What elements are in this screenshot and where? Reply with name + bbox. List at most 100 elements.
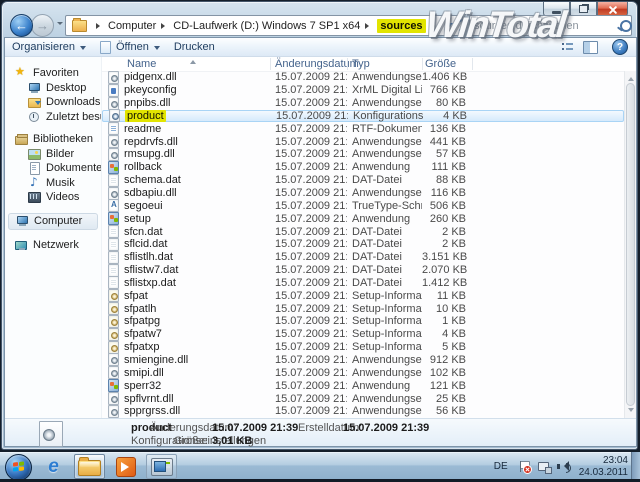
file-row-spflvrnt-dll[interactable]: spflvrnt.dll 15.07.2009 21:39 Anwendungser… bbox=[102, 392, 624, 406]
file-name: spflvrnt.dll bbox=[102, 392, 270, 406]
file-row-rmsupg-dll[interactable]: rmsupg.dll 15.07.2009 21:39 Anwendungserwe… bbox=[102, 147, 624, 161]
scroll-up-icon[interactable] bbox=[628, 74, 634, 81]
change-view-icon[interactable] bbox=[562, 41, 573, 53]
file-row-pnpibs-dll[interactable]: pnpibs.dll 15.07.2009 21:39 Anwendungserwe… bbox=[102, 96, 624, 110]
address-dropdown-icon[interactable] bbox=[446, 23, 453, 30]
file-type: DAT-Datei bbox=[352, 276, 402, 289]
file-date: 15.07.2009 21:39 bbox=[275, 71, 347, 84]
app-file-icon bbox=[108, 379, 119, 393]
search-box[interactable] bbox=[469, 15, 632, 36]
clock-time: 23:04 bbox=[602, 454, 628, 466]
address-bar[interactable]: Computer CD-Laufwerk (D:) Windows 7 SP1 … bbox=[65, 15, 463, 36]
file-row-sflcid-dat[interactable]: sflcid.dat 15.07.2009 21:39 DAT-Datei 2 KB bbox=[102, 237, 624, 251]
taskbar-explorer[interactable] bbox=[74, 454, 105, 479]
column-header-size[interactable]: Größe bbox=[425, 57, 456, 71]
file-date: 15.07.2009 21:39 bbox=[275, 174, 347, 187]
file-row-spprgrss-dll[interactable]: spprgrss.dll 15.07.2009 21:39 Anwendungser… bbox=[102, 404, 624, 418]
organize-button[interactable]: Organisieren bbox=[5, 38, 93, 56]
file-row-product[interactable]: product 15.07.2009 21:39 Konfigurationsein… bbox=[102, 109, 624, 123]
taskbar-media-player[interactable] bbox=[110, 454, 141, 479]
file-row-pidgenx-dll[interactable]: pidgenx.dll 15.07.2009 21:39 Anwendungserw… bbox=[102, 70, 624, 84]
breadcrumb-item-drive[interactable]: CD-Laufwerk (D:) Windows 7 SP1 x64 bbox=[173, 20, 360, 32]
column-header-name[interactable]: Name bbox=[127, 57, 156, 71]
file-row-sdbapiu-dll[interactable]: sdbapiu.dll 15.07.2009 21:39 Anwendungserw… bbox=[102, 186, 624, 200]
back-button[interactable]: ← bbox=[10, 14, 33, 37]
language-indicator[interactable]: DE bbox=[494, 461, 508, 472]
window-content: Organisieren Öffnen Drucken ? FavoritenD… bbox=[4, 37, 637, 447]
file-row-smipi-dll[interactable]: smipi.dll 15.07.2009 21:39 Anwendungserwe.… bbox=[102, 366, 624, 380]
preview-pane-icon[interactable] bbox=[583, 40, 598, 54]
file-type: DAT-Datei bbox=[352, 251, 402, 264]
sidebar-item-netzwerk[interactable]: Netzwerk bbox=[5, 238, 101, 253]
scroll-down-icon[interactable] bbox=[628, 408, 634, 415]
file-row-sfpatw7[interactable]: sfpatw7 15.07.2009 21:39 Setup-Informatio.… bbox=[102, 327, 624, 341]
sidebar-item-bilder[interactable]: Bilder bbox=[5, 147, 101, 162]
breadcrumb-item-sources[interactable]: sources bbox=[377, 18, 426, 33]
file-row-readme[interactable]: readme 15.07.2009 21:39 RTF-Dokument 136 KB bbox=[102, 122, 624, 136]
file-name: sfpatlh bbox=[102, 302, 270, 316]
file-row-smiengine-dll[interactable]: smiengine.dll 15.07.2009 21:39 Anwendungse… bbox=[102, 353, 624, 367]
file-row-sfpatpg[interactable]: sfpatpg 15.07.2009 21:39 Setup-Informatio.… bbox=[102, 314, 624, 328]
open-button[interactable]: Öffnen bbox=[93, 38, 167, 56]
taskbar-internet-explorer[interactable]: e bbox=[38, 454, 69, 479]
file-row-sfpatlh[interactable]: sfpatlh 15.07.2009 21:39 Setup-Informatio.… bbox=[102, 302, 624, 316]
file-row-sfpat[interactable]: sfpat 15.07.2009 21:39 Setup-Informatio...… bbox=[102, 289, 624, 303]
action-center-icon[interactable] bbox=[518, 460, 532, 474]
file-type: Anwendungserwe... bbox=[352, 148, 422, 161]
sidebar-item-musik[interactable]: Musik bbox=[5, 175, 101, 191]
start-button[interactable] bbox=[5, 454, 32, 481]
file-row-pkeyconfig[interactable]: pkeyconfig 15.07.2009 21:39 XrML Digital L… bbox=[102, 83, 624, 97]
forward-arrow-icon: → bbox=[36, 18, 49, 33]
clock[interactable]: 23:04 24.03.2011 bbox=[579, 455, 628, 479]
file-row-setup[interactable]: setup 15.07.2009 21:39 Anwendung 260 KB bbox=[102, 212, 624, 226]
windows-logo-icon bbox=[13, 461, 24, 472]
breadcrumb-arrow-icon bbox=[161, 22, 168, 29]
vertical-scrollbar[interactable] bbox=[624, 71, 636, 418]
sidebar-item-videos[interactable]: Videos bbox=[5, 190, 101, 205]
column-header-type[interactable]: Typ bbox=[352, 57, 370, 71]
help-icon[interactable]: ? bbox=[612, 39, 628, 55]
sidebar-item-computer[interactable]: Computer bbox=[8, 212, 98, 230]
file-type: Anwendungserwe... bbox=[352, 135, 422, 148]
taskbar-utility-app[interactable] bbox=[146, 454, 177, 479]
file-type: Setup-Informatio... bbox=[352, 341, 422, 354]
file-row-rollback[interactable]: rollback 15.07.2009 21:39 Anwendung 111 KB bbox=[102, 160, 624, 174]
details-pane: product Konfigurationseinstellungen Ände… bbox=[5, 418, 636, 447]
file-row-sflistlh-dat[interactable]: sflistlh.dat 15.07.2009 21:39 DAT-Datei 3.1… bbox=[102, 250, 624, 264]
clock-date: 24.03.2011 bbox=[578, 466, 628, 478]
file-name: rmsupg.dll bbox=[102, 147, 270, 161]
file-row-sfpatxp[interactable]: sfpatxp 15.07.2009 21:39 Setup-Informatio.… bbox=[102, 340, 624, 354]
sidebar-item-dokumente[interactable]: Dokumente bbox=[5, 161, 101, 176]
network-icon[interactable] bbox=[537, 460, 552, 474]
file-row-repdrvfs-dll[interactable]: repdrvfs.dll 15.07.2009 21:39 Anwendungser… bbox=[102, 135, 624, 149]
volume-icon[interactable] bbox=[556, 460, 571, 473]
search-icon[interactable] bbox=[620, 19, 632, 32]
breadcrumb-item-computer[interactable]: Computer bbox=[108, 20, 156, 32]
recent-pages-chevron-icon[interactable] bbox=[57, 22, 63, 28]
file-row-sfcn-dat[interactable]: sfcn.dat 15.07.2009 21:39 DAT-Datei 2 KB bbox=[102, 225, 624, 239]
file-row-sflistw7-dat[interactable]: sflistw7.dat 15.07.2009 21:39 DAT-Datei 2.0… bbox=[102, 263, 624, 277]
column-headers: Name Änderungsdatum Typ Größe bbox=[102, 57, 636, 72]
file-row-schema-dat[interactable]: schema.dat 15.07.2009 21:39 DAT-Datei 88 KB bbox=[102, 173, 624, 187]
search-input[interactable] bbox=[470, 19, 620, 32]
minimize-icon bbox=[552, 10, 561, 14]
sidebar-item-bibliotheken[interactable]: Bibliotheken bbox=[5, 132, 101, 147]
downloads-icon bbox=[28, 96, 41, 109]
sidebar-item-zuletzt-besucht[interactable]: Zuletzt besucht bbox=[5, 110, 101, 125]
print-button[interactable]: Drucken bbox=[167, 38, 222, 56]
sidebar-item-desktop[interactable]: Desktop bbox=[5, 81, 101, 96]
file-size: 5 KB bbox=[442, 341, 466, 354]
file-name: setup bbox=[102, 212, 270, 226]
scrollbar-thumb[interactable] bbox=[626, 83, 635, 406]
refresh-icon[interactable] bbox=[456, 19, 462, 32]
sidebar-item-downloads[interactable]: Downloads bbox=[5, 95, 101, 110]
breadcrumb-arrow-icon bbox=[96, 22, 103, 29]
file-row-segoeui[interactable]: segoeui 15.07.2009 21:39 TrueType-Schrifta… bbox=[102, 199, 624, 213]
forward-button[interactable]: → bbox=[31, 14, 54, 37]
file-size: 102 KB bbox=[429, 366, 466, 379]
file-row-sflistxp-dat[interactable]: sflistxp.dat 15.07.2009 21:39 DAT-Datei 1.4… bbox=[102, 276, 624, 290]
file-row-sperr32[interactable]: sperr32 15.07.2009 21:39 Anwendung 121 KB bbox=[102, 379, 624, 393]
created-value: 15.07.2009 21:39 bbox=[343, 422, 430, 434]
sidebar-item-favoriten[interactable]: Favoriten bbox=[5, 65, 101, 81]
show-desktop-button[interactable] bbox=[631, 452, 640, 479]
